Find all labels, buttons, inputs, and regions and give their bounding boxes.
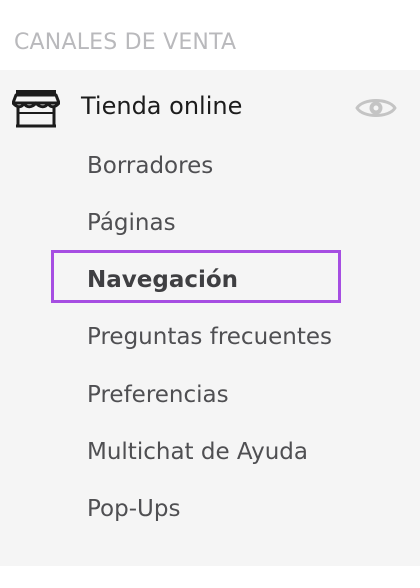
sales-channel-panel — [0, 70, 420, 566]
menu-item-paginas[interactable]: Páginas — [87, 208, 176, 238]
panel-bottom-edge — [0, 566, 420, 588]
section-header: CANALES DE VENTA — [14, 30, 237, 55]
eye-icon[interactable] — [355, 95, 397, 121]
menu-item-multichat-de-ayuda[interactable]: Multichat de Ayuda — [87, 437, 308, 467]
active-item-highlight — [51, 250, 341, 303]
menu-item-borradores[interactable]: Borradores — [87, 151, 213, 181]
menu-item-preguntas-frecuentes[interactable]: Preguntas frecuentes — [87, 322, 332, 352]
menu-item-preferencias[interactable]: Preferencias — [87, 380, 229, 410]
menu-item-pop-ups[interactable]: Pop-Ups — [87, 494, 180, 524]
storefront-icon — [12, 90, 60, 128]
channel-title[interactable]: Tienda online — [81, 92, 242, 120]
